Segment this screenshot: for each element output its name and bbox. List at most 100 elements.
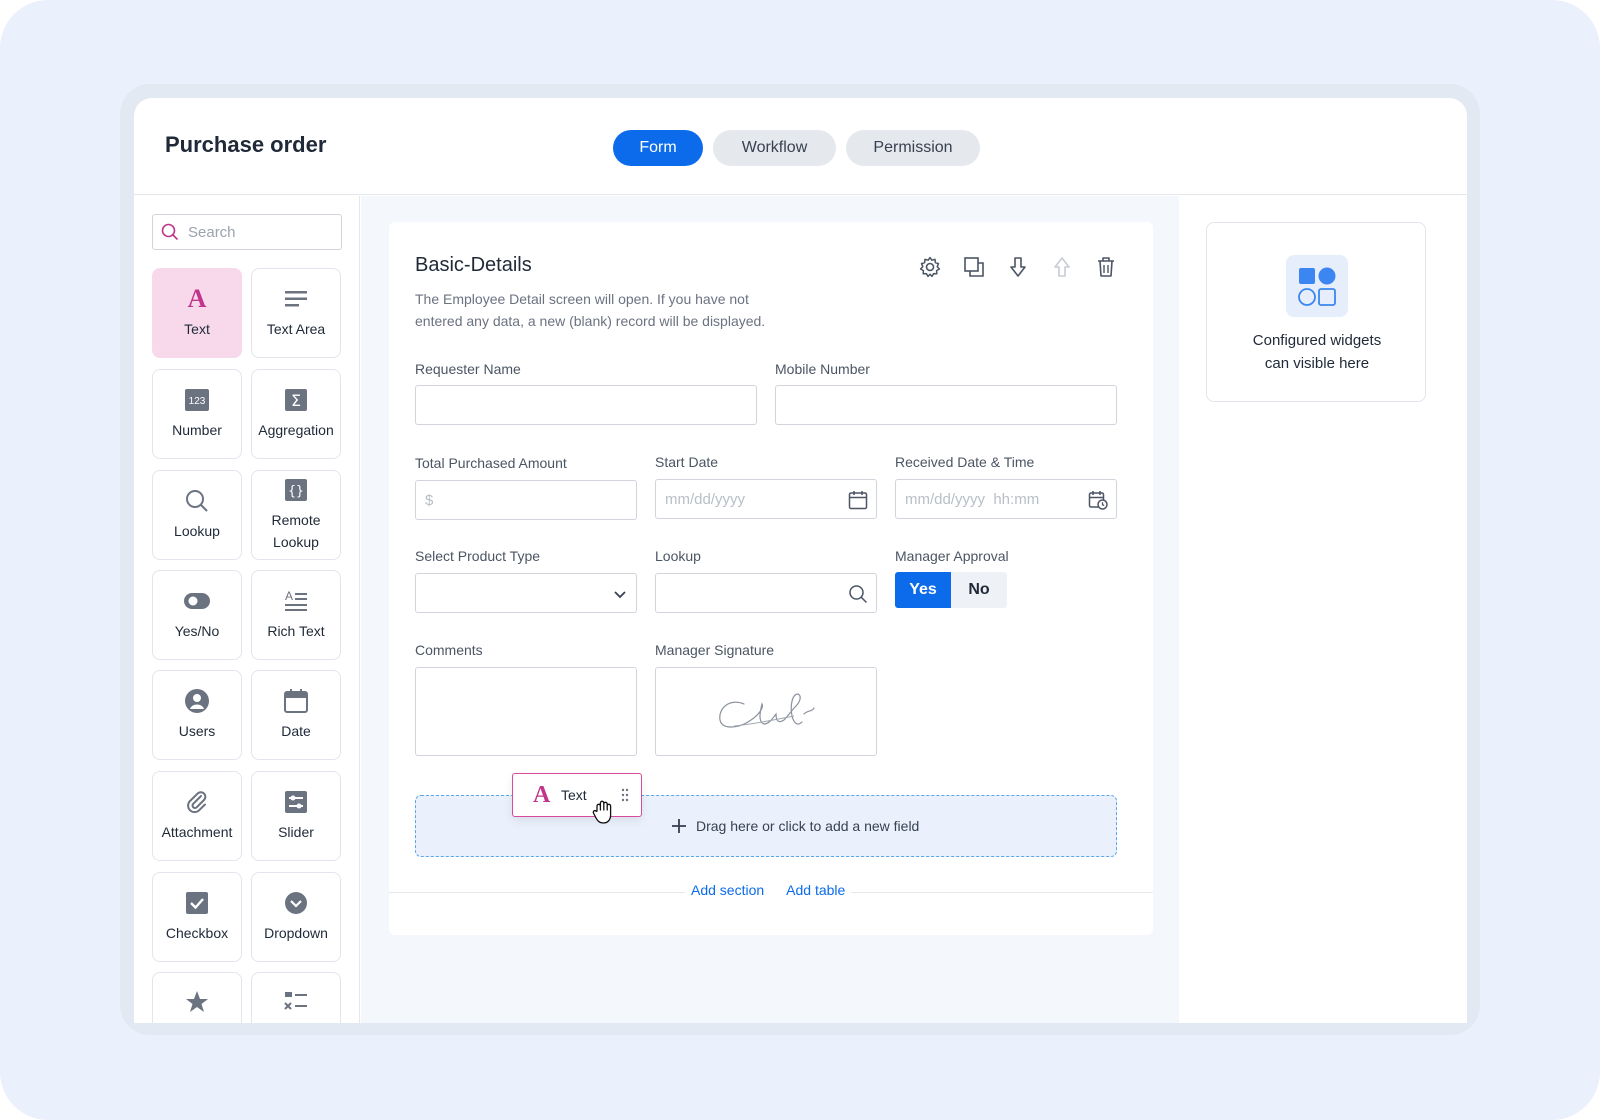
widget-label: Text Area xyxy=(266,321,326,337)
widget-label: Remote Lookup xyxy=(271,512,321,550)
product-type-label: Select Product Type xyxy=(415,548,541,564)
search-icon xyxy=(161,223,179,241)
add-section-link[interactable]: Add section xyxy=(691,882,764,898)
search-icon xyxy=(185,488,209,514)
datetime-placeholder: mm/dd/yyyy hh:mm xyxy=(905,491,1040,508)
braces-icon: {} xyxy=(285,477,307,503)
widget-yes-no[interactable]: Yes/No xyxy=(152,570,242,660)
tab-form[interactable]: Form xyxy=(613,130,703,166)
configured-widgets-card: Configured widgets can visible here xyxy=(1206,222,1426,402)
mobile-number-label: Mobile Number xyxy=(775,361,870,377)
widget-aggregation[interactable]: Σ Aggregation xyxy=(251,369,341,459)
currency-placeholder: $ xyxy=(425,492,434,509)
approval-yes-button[interactable]: Yes xyxy=(895,572,951,608)
widget-label: Users xyxy=(178,723,216,739)
comments-textarea[interactable] xyxy=(415,667,637,756)
section-description: The Employee Detail screen will open. If… xyxy=(415,291,766,329)
widget-dropdown[interactable]: Dropdown xyxy=(251,872,341,962)
section-card: Basic-Details The Employee Detail screen… xyxy=(389,222,1153,935)
grab-cursor-icon xyxy=(592,800,612,824)
search-icon[interactable] xyxy=(848,584,868,609)
product-type-select[interactable] xyxy=(415,573,637,613)
date-placeholder: mm/dd/yyyy xyxy=(665,491,746,508)
text-a-icon: A xyxy=(533,782,551,808)
approval-no-button[interactable]: No xyxy=(951,572,1007,608)
dropzone-text: Drag here or click to add a new field xyxy=(696,818,920,834)
text-a-icon: A xyxy=(187,284,207,313)
calendar-icon xyxy=(284,688,308,714)
page-title: Purchase order xyxy=(165,132,327,157)
chevron-down-icon xyxy=(612,586,628,607)
text-area-icon xyxy=(284,286,308,312)
widget-sidebar: Search A Text Text Area 123 Number Σ Agg… xyxy=(134,196,360,1023)
comments-label: Comments xyxy=(415,642,483,658)
svg-text:{}: {} xyxy=(288,484,304,499)
requester-name-label: Requester Name xyxy=(415,361,521,377)
section-toolbar xyxy=(919,256,1117,283)
widget-number[interactable]: 123 Number xyxy=(152,369,242,459)
start-date-input[interactable]: mm/dd/yyyy xyxy=(655,479,877,519)
dragging-widget-label: Text xyxy=(561,787,587,803)
widget-text[interactable]: A Text xyxy=(152,268,242,358)
widget-users[interactable]: Users xyxy=(152,670,242,760)
widget-slider[interactable]: Slider xyxy=(251,771,341,861)
plus-icon xyxy=(672,819,686,833)
total-amount-input[interactable]: $ xyxy=(415,480,637,520)
lookup-label: Lookup xyxy=(655,548,701,564)
app-window: Purchase order Form Workflow Permission … xyxy=(134,98,1467,1023)
delete-icon[interactable] xyxy=(1095,256,1117,283)
widget-rich-text[interactable]: A Rich Text xyxy=(251,570,341,660)
widget-remote-lookup[interactable]: {} Remote Lookup xyxy=(251,470,341,560)
sigma-icon: Σ xyxy=(285,387,307,413)
requester-name-input[interactable] xyxy=(415,385,757,425)
widget-label: Text xyxy=(184,321,210,337)
manager-approval-label: Manager Approval xyxy=(895,548,1009,564)
received-date-label: Received Date & Time xyxy=(895,454,1035,470)
move-down-icon[interactable] xyxy=(1007,256,1029,283)
signature-pad[interactable] xyxy=(655,667,877,756)
section-actions: Add section Add table xyxy=(685,882,852,898)
widget-date[interactable]: Date xyxy=(251,670,341,760)
add-table-link[interactable]: Add table xyxy=(786,882,845,898)
received-datetime-input[interactable]: mm/dd/yyyy hh:mm xyxy=(895,479,1117,519)
message-line-1: Configured widgets xyxy=(1252,332,1382,349)
widget-text-area[interactable]: Text Area xyxy=(251,268,341,358)
drag-handle-icon[interactable] xyxy=(621,788,629,802)
tab-workflow[interactable]: Workflow xyxy=(713,130,836,166)
search-input[interactable]: Search xyxy=(152,214,342,250)
widget-label: Attachment xyxy=(161,824,233,840)
svg-text:Σ: Σ xyxy=(291,391,301,410)
settings-icon[interactable] xyxy=(919,256,941,283)
widget-checklist[interactable] xyxy=(251,972,341,1023)
page-background: Purchase order Form Workflow Permission … xyxy=(0,0,1600,1120)
calendar-clock-icon[interactable] xyxy=(1088,490,1108,515)
move-up-icon[interactable] xyxy=(1051,256,1073,283)
widgets-icon xyxy=(1286,255,1348,317)
tab-permission[interactable]: Permission xyxy=(846,130,980,166)
dragging-text-widget[interactable]: A Text xyxy=(512,773,642,817)
star-icon xyxy=(185,989,209,1015)
widget-attachment[interactable]: Attachment xyxy=(152,771,242,861)
number-123-icon: 123 xyxy=(185,387,209,413)
duplicate-icon[interactable] xyxy=(963,256,985,283)
lookup-input[interactable] xyxy=(655,573,877,613)
signature-image xyxy=(719,693,815,728)
widget-rating[interactable] xyxy=(152,972,242,1023)
manager-signature-label: Manager Signature xyxy=(655,642,775,658)
calendar-icon[interactable] xyxy=(848,490,868,515)
mobile-number-input[interactable] xyxy=(775,385,1117,425)
dropdown-icon xyxy=(284,890,308,916)
checkbox-icon xyxy=(186,890,208,916)
user-icon xyxy=(185,688,209,714)
widget-label: Date xyxy=(281,723,311,739)
widget-checkbox[interactable]: Checkbox xyxy=(152,872,242,962)
widget-label: Aggregation xyxy=(258,422,334,438)
configured-widgets-message: Configured widgets can visible here xyxy=(1207,329,1427,375)
total-amount-label: Total Purchased Amount xyxy=(415,455,567,471)
svg-text:123: 123 xyxy=(189,396,206,407)
header: Purchase order Form Workflow Permission xyxy=(134,98,1467,195)
form-canvas: Basic-Details The Employee Detail screen… xyxy=(361,196,1179,1023)
widget-lookup[interactable]: Lookup xyxy=(152,470,242,560)
search-placeholder: Search xyxy=(188,224,236,241)
widget-label: Number xyxy=(172,422,222,438)
